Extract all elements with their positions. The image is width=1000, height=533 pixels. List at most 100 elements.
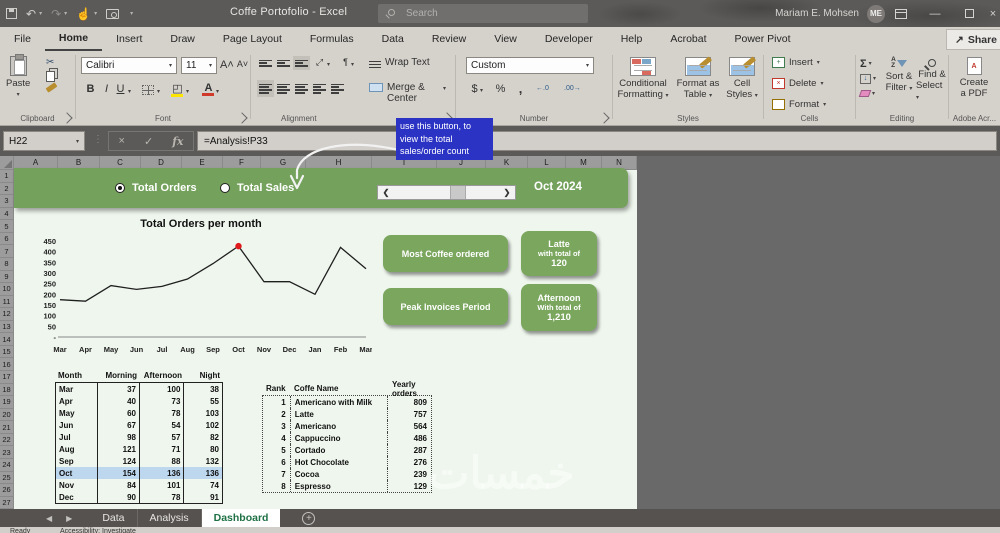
formula-bar-splitter[interactable]: ⋮	[93, 134, 103, 145]
name-box-dropdown-icon[interactable]: ▾	[76, 138, 79, 145]
decrease-font-icon[interactable]: A˅	[236, 59, 249, 69]
orientation-icon[interactable]: ⤢	[313, 57, 326, 68]
row-header-10[interactable]: 10	[0, 283, 14, 296]
row-header-19[interactable]: 19	[0, 396, 14, 409]
merge-center-dropdown-icon[interactable]: ▾	[443, 85, 446, 92]
sort-filter-button[interactable]: AZ Sort & Filter ▾	[882, 56, 916, 95]
row-header-23[interactable]: 23	[0, 446, 14, 459]
format-button[interactable]: Format ▾	[772, 99, 826, 110]
cut-icon[interactable]: ✂	[46, 58, 54, 68]
conditional-formatting-button[interactable]: Conditional Formatting ▾	[615, 57, 671, 102]
bold-button[interactable]: B	[84, 83, 97, 95]
sheet-tab-data[interactable]: Data	[90, 509, 138, 527]
borders-icon[interactable]	[142, 85, 154, 95]
name-box[interactable]: H22 ▾	[3, 131, 85, 151]
wrap-text-button[interactable]: Wrap Text	[385, 57, 430, 68]
row-header-15[interactable]: 15	[0, 345, 14, 359]
row-header-1[interactable]: 1	[0, 170, 14, 183]
row-header-2[interactable]: 2	[0, 182, 14, 196]
decrease-indent-icon[interactable]	[313, 82, 326, 95]
total-orders-radio[interactable]	[115, 183, 125, 193]
undo-dropdown-icon[interactable]: ▾	[39, 10, 42, 17]
fill-color-icon[interactable]: ◰	[171, 82, 184, 97]
avatar[interactable]: ME	[867, 4, 885, 23]
row-header-7[interactable]: 7	[0, 245, 14, 258]
row-header-24[interactable]: 24	[0, 458, 14, 472]
monthly-row-dec[interactable]: Dec 90 78 91	[56, 491, 222, 503]
underline-dropdown-icon[interactable]: ▾	[128, 88, 131, 95]
row-header-6[interactable]: 6	[0, 232, 14, 246]
rank-row-4[interactable]: 4 Cappuccino 486	[263, 432, 431, 444]
monthly-row-jun[interactable]: Jun 67 54 102	[56, 419, 222, 431]
peak-invoices-button[interactable]: Peak Invoices Period	[383, 288, 508, 325]
monthly-row-may[interactable]: May 60 78 103	[56, 407, 222, 419]
fill-button[interactable]: ↓ ▾	[860, 72, 876, 85]
sheet-tab-analysis[interactable]: Analysis	[138, 509, 202, 527]
clear-button[interactable]: ▾	[858, 87, 876, 100]
undo-icon[interactable]: ↶	[26, 8, 36, 20]
row-header-20[interactable]: 20	[0, 408, 14, 422]
row-header-8[interactable]: 8	[0, 257, 14, 271]
orders-chart[interactable]: Total Orders per month 450 400 350 300 250 20…	[30, 218, 372, 366]
row-header-3[interactable]: 3	[0, 195, 14, 208]
sheet-tab-dashboard[interactable]: Dashboard	[201, 509, 281, 527]
text-direction-dropdown-icon[interactable]: ▾	[351, 61, 354, 68]
close-button[interactable]: ×	[986, 0, 1000, 27]
tab-data[interactable]: Data	[368, 27, 418, 51]
rank-row-5[interactable]: 5 Cortado 287	[263, 444, 431, 456]
touch-mode-dropdown-icon[interactable]: ▾	[94, 10, 97, 17]
format-painter-icon[interactable]	[45, 82, 58, 93]
align-right-icon[interactable]	[295, 82, 308, 95]
tab-home[interactable]: Home	[44, 27, 103, 51]
find-select-button[interactable]: Find & Select ▾	[916, 57, 948, 104]
underline-button[interactable]: U	[114, 83, 127, 95]
fill-color-dropdown-icon[interactable]: ▾	[186, 88, 189, 95]
touch-mode-icon[interactable]: ☝	[76, 8, 91, 20]
percent-icon[interactable]: %	[494, 83, 507, 95]
rank-row-3[interactable]: 3 Americano 564	[263, 420, 431, 432]
increase-font-icon[interactable]: A˄	[220, 59, 234, 71]
tab-page-layout[interactable]: Page Layout	[209, 27, 296, 51]
comma-style-icon[interactable]: ,	[514, 81, 527, 96]
select-all-corner[interactable]	[0, 156, 14, 170]
delete-button[interactable]: × Delete ▾	[772, 78, 823, 89]
save-icon[interactable]	[6, 8, 17, 19]
qat-customize-icon[interactable]: ▾	[130, 10, 133, 17]
scroll-right-icon[interactable]: ❯	[499, 188, 515, 197]
tab-power-pivot[interactable]: Power Pivot	[721, 27, 805, 51]
align-left-icon[interactable]	[257, 79, 274, 98]
align-middle-icon[interactable]	[277, 58, 290, 68]
font-name-select[interactable]: Calibri ▾	[81, 57, 177, 74]
row-header-4[interactable]: 4	[0, 207, 14, 221]
redo-dropdown-icon[interactable]: ▾	[64, 10, 67, 17]
monthly-row-sep[interactable]: Sep 124 88 132	[56, 455, 222, 467]
rank-row-2[interactable]: 2 Latte 757	[263, 408, 431, 420]
row-header-5[interactable]: 5	[0, 220, 14, 233]
rank-row-6[interactable]: 6 Hot Chocolate 276	[263, 456, 431, 468]
row-header-26[interactable]: 26	[0, 484, 14, 497]
coffee-total-card[interactable]: Latte with total of 120	[521, 231, 597, 276]
tab-help[interactable]: Help	[607, 27, 657, 51]
borders-dropdown-icon[interactable]: ▾	[157, 88, 160, 95]
total-sales-radio[interactable]	[220, 183, 230, 193]
rank-row-7[interactable]: 7 Cocoa 239	[263, 468, 431, 480]
sheet-nav-left-icon[interactable]: ◀	[46, 514, 52, 523]
tab-view[interactable]: View	[480, 27, 531, 51]
decrease-decimal-icon[interactable]: .00→	[564, 85, 581, 92]
font-size-select[interactable]: 11 ▾	[181, 57, 217, 74]
enter-formula-icon[interactable]: ✓	[144, 135, 153, 148]
monthly-row-apr[interactable]: Apr 40 73 55	[56, 395, 222, 407]
insert-function-icon[interactable]: fx	[172, 135, 183, 148]
sheet-nav-right-icon[interactable]: ▶	[66, 514, 72, 523]
row-header-18[interactable]: 18	[0, 383, 14, 397]
increase-indent-icon[interactable]	[331, 82, 344, 95]
most-coffee-button[interactable]: Most Coffee ordered	[383, 235, 508, 272]
monthly-row-jul[interactable]: Jul 98 57 82	[56, 431, 222, 443]
insert-button[interactable]: + Insert ▾	[772, 57, 820, 68]
restore-button[interactable]	[952, 0, 986, 27]
paste-button[interactable]: Paste ▾	[6, 54, 30, 98]
tab-insert[interactable]: Insert	[102, 27, 156, 51]
currency-dropdown-icon[interactable]: ▾	[480, 87, 483, 94]
monthly-row-oct[interactable]: Oct 154 136 136	[56, 467, 222, 479]
share-button[interactable]: ↗ Share	[946, 29, 1000, 50]
